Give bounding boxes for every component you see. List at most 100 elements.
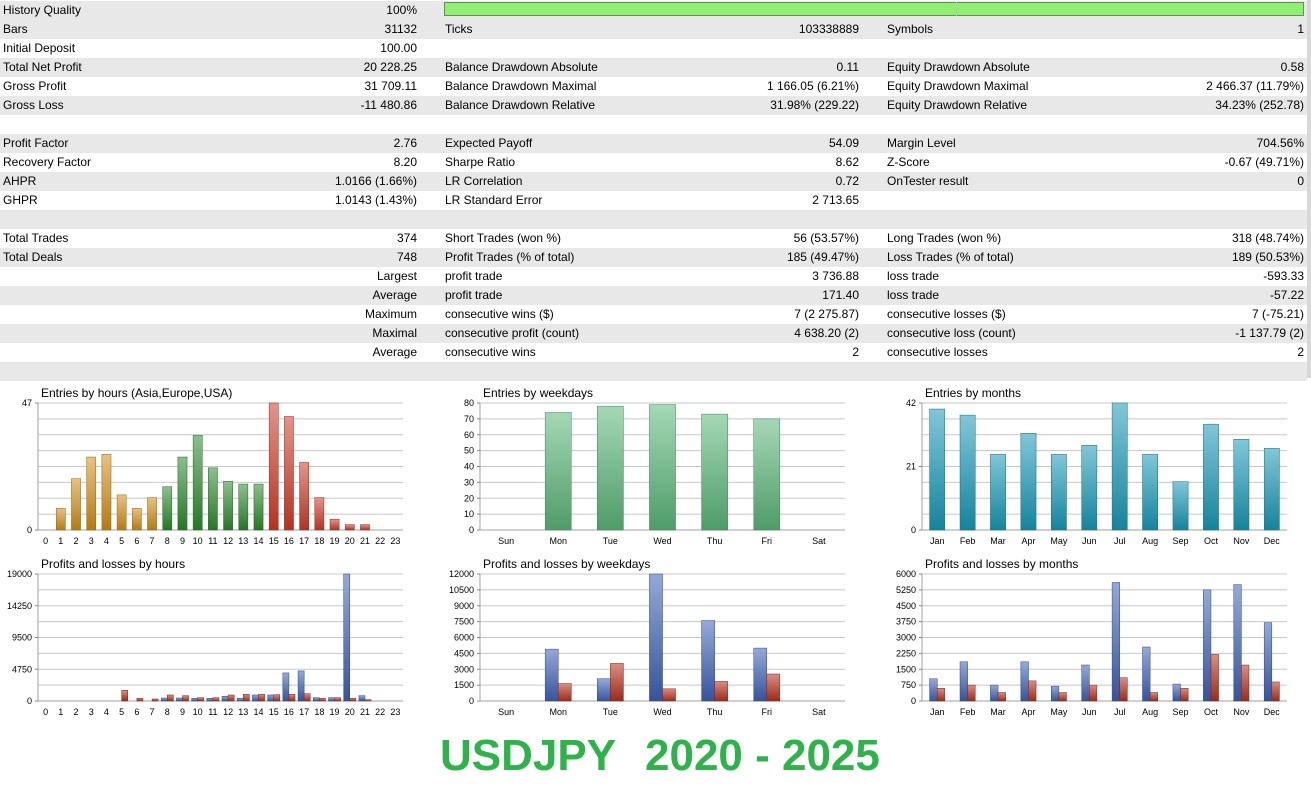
stats-row (0, 210, 1307, 229)
bar (1020, 432, 1037, 531)
loss-bar (243, 694, 250, 702)
loss-bar (121, 690, 128, 702)
x-tick-label: 2 (74, 707, 79, 717)
x-tick-label: Thu (707, 707, 723, 717)
stat-value: 2 (852, 345, 859, 359)
stat-value: Maximum (364, 307, 417, 321)
stats-row: Average consecutive wins 2 consecutive loss… (0, 343, 1307, 362)
x-tick-label: 7 (150, 707, 155, 717)
bar (101, 454, 112, 531)
stat-value: Largest (376, 269, 417, 283)
loss-bar (364, 699, 372, 702)
x-tick-label: 15 (269, 707, 279, 717)
y-tick-label: 750 (901, 680, 916, 690)
stat-value: -0.67 (49.71%) (1224, 155, 1304, 169)
scrollbar[interactable] (1307, 0, 1311, 378)
stat-value (1080, 39, 1304, 58)
stat-value: 0.72 (835, 174, 859, 188)
profit-bar (597, 678, 611, 702)
loss-bar (1241, 664, 1250, 702)
x-tick-label: 18 (314, 707, 324, 717)
x-tick-label: Sun (498, 707, 514, 717)
stats-row: GHPR 1.0143 (1.43%) LR Standard Error 2 713… (0, 191, 1307, 210)
bar (177, 456, 188, 531)
stat-value: 374 (396, 231, 417, 245)
x-tick-label: Jun (1082, 707, 1097, 717)
stat-value: 2 466.37 (11.79%) (1206, 79, 1304, 93)
chart-title: Entries by months (925, 386, 1022, 400)
profit-bar (160, 697, 168, 702)
x-tick-label: Feb (960, 707, 976, 717)
x-tick-label: 16 (284, 536, 294, 546)
profit-bar (236, 698, 244, 702)
x-tick-label: Fri (762, 536, 773, 546)
chart-pl-months: Profits and losses by months 0 750 1500 2250… (884, 556, 1294, 721)
loss-bar (610, 663, 624, 702)
x-tick-label: Apr (1021, 536, 1035, 546)
y-tick-label: 5250 (896, 585, 916, 595)
x-tick-label: Nov (1233, 707, 1250, 717)
x-tick-label: 13 (238, 536, 248, 546)
y-tick-label: 0 (911, 525, 916, 535)
stat-value: 171.40 (822, 288, 859, 302)
stat-value: 100.00 (380, 41, 417, 55)
bar (56, 508, 66, 531)
loss-bar (1271, 681, 1280, 702)
stats-row: Total Trades 374 Short Trades (won %) 56 (5… (0, 229, 1307, 248)
x-tick-label: Aug (1142, 707, 1158, 717)
stat-value (640, 362, 859, 381)
x-tick-label: Feb (960, 536, 976, 546)
chart-svg: 0 21 42 Jan Feb Mar Apr May Jun Jul Aug Sep Oct Nov De… (906, 398, 1287, 546)
x-tick-label: 13 (238, 707, 248, 717)
stat-value: 4 638.20 (2) (794, 326, 859, 340)
profit-bar (1172, 683, 1181, 702)
x-tick-label: 8 (165, 536, 170, 546)
loss-bar (349, 698, 357, 702)
stat-value: -593.33 (1263, 269, 1304, 283)
x-tick-label: 4 (104, 707, 109, 717)
x-tick-label: Mon (549, 707, 567, 717)
loss-bar (557, 683, 572, 702)
profit-bar (267, 694, 274, 702)
bar (314, 497, 325, 531)
stat-value: 0.58 (1280, 60, 1304, 74)
stat-value: 7 (2 275.87) (794, 307, 859, 321)
x-tick-label: 6 (134, 536, 139, 546)
bar (192, 435, 203, 531)
stat-value: 2.76 (393, 136, 417, 150)
caption-symbol: USDJPY (440, 731, 617, 780)
x-tick-label: Dec (1264, 536, 1281, 546)
y-tick-label: 42 (906, 398, 916, 408)
x-tick-label: 21 (360, 707, 370, 717)
loss-bar (212, 697, 220, 702)
chart-title: Profits and losses by hours (41, 557, 186, 571)
x-tick-label: Thu (707, 536, 723, 546)
loss-bar (319, 698, 326, 702)
loss-bar (227, 694, 235, 702)
stat-value: 103338889 (798, 22, 859, 36)
bar (1172, 481, 1189, 531)
stats-row: Maximal consecutive profit (count) 4 638.2… (0, 324, 1307, 343)
stat-value: 8.62 (835, 155, 859, 169)
bar (223, 481, 233, 531)
stat-value: 0.11 (836, 60, 859, 74)
bar (299, 462, 309, 531)
stat-value (260, 210, 417, 229)
x-tick-label: 20 (345, 707, 355, 717)
y-tick-label: 80 (464, 398, 474, 408)
x-tick-label: Dec (1264, 707, 1281, 717)
y-tick-label: 0 (27, 525, 32, 535)
chart-svg: 0 1500 3000 4500 6000 7500 9000 10500 12000 Sun Mo… (449, 569, 845, 717)
x-tick-label: Tue (603, 536, 618, 546)
profit-bar (753, 647, 768, 702)
stats-row: Profit Factor 2.76 Expected Payoff 54.09 Mar… (0, 134, 1307, 153)
profit-bar (221, 696, 229, 702)
bar (990, 454, 1006, 531)
x-tick-label: 5 (119, 707, 124, 717)
stat-value: 1 166.05 (6.21%) (766, 79, 859, 93)
profit-bar (649, 573, 663, 702)
stat-value: 2 713.65 (812, 193, 859, 207)
stat-value: 31 709.11 (364, 79, 418, 93)
x-tick-label: Sep (1173, 536, 1189, 546)
stat-value: 0 (1297, 174, 1304, 188)
